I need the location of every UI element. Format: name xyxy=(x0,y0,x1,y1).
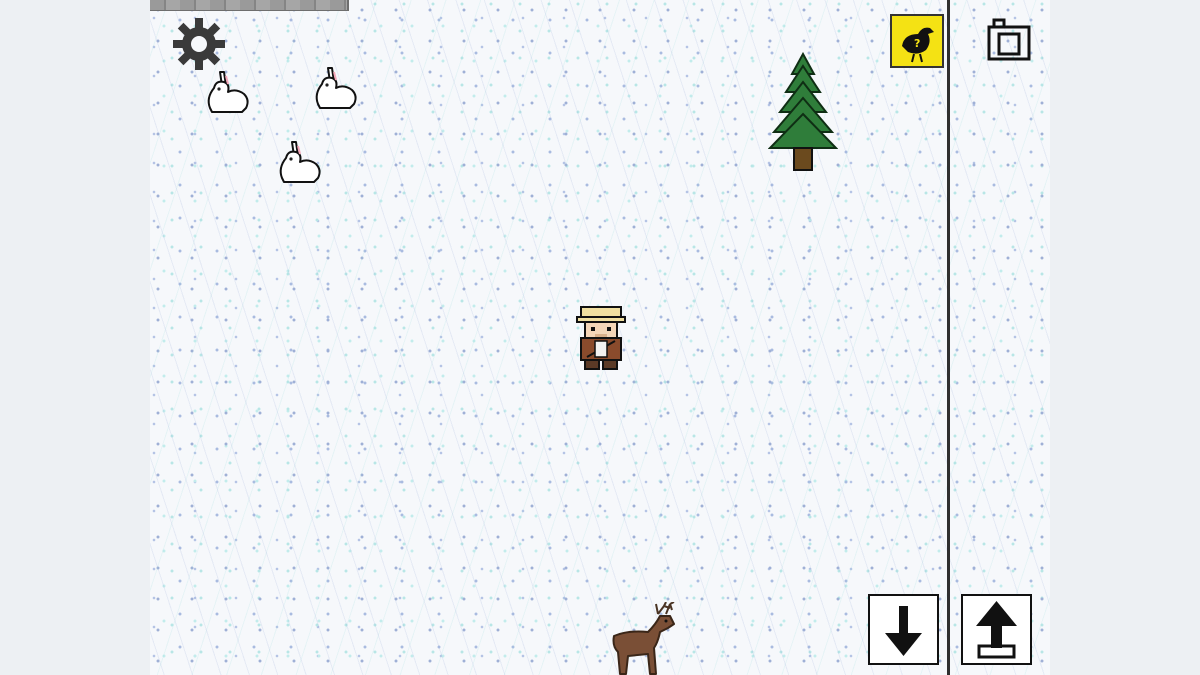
stone-path xyxy=(150,0,349,11)
rabbit-icon[interactable] xyxy=(274,138,324,186)
bird-guide-button[interactable]: ? xyxy=(890,14,944,68)
camera-icon xyxy=(987,18,1031,61)
letterbox-left xyxy=(0,0,150,675)
rabbit-icon[interactable] xyxy=(202,68,252,116)
settings-button[interactable] xyxy=(172,17,226,71)
pine-tree-icon[interactable] xyxy=(768,52,838,174)
move-down-button[interactable] xyxy=(868,594,939,665)
svg-text:?: ? xyxy=(914,37,920,50)
explorer-character-icon[interactable] xyxy=(575,305,627,371)
rabbit-icon[interactable] xyxy=(310,64,360,112)
deer-icon[interactable] xyxy=(608,602,680,675)
arrow-up-icon xyxy=(976,601,1017,659)
camera-button[interactable] xyxy=(986,18,1032,62)
move-up-button[interactable] xyxy=(961,594,1032,665)
bird-question-icon: ? xyxy=(902,27,934,63)
panel-divider xyxy=(947,0,950,675)
letterbox-right xyxy=(1050,0,1200,675)
arrow-down-icon xyxy=(885,606,922,656)
game-viewport[interactable] xyxy=(150,0,1050,675)
